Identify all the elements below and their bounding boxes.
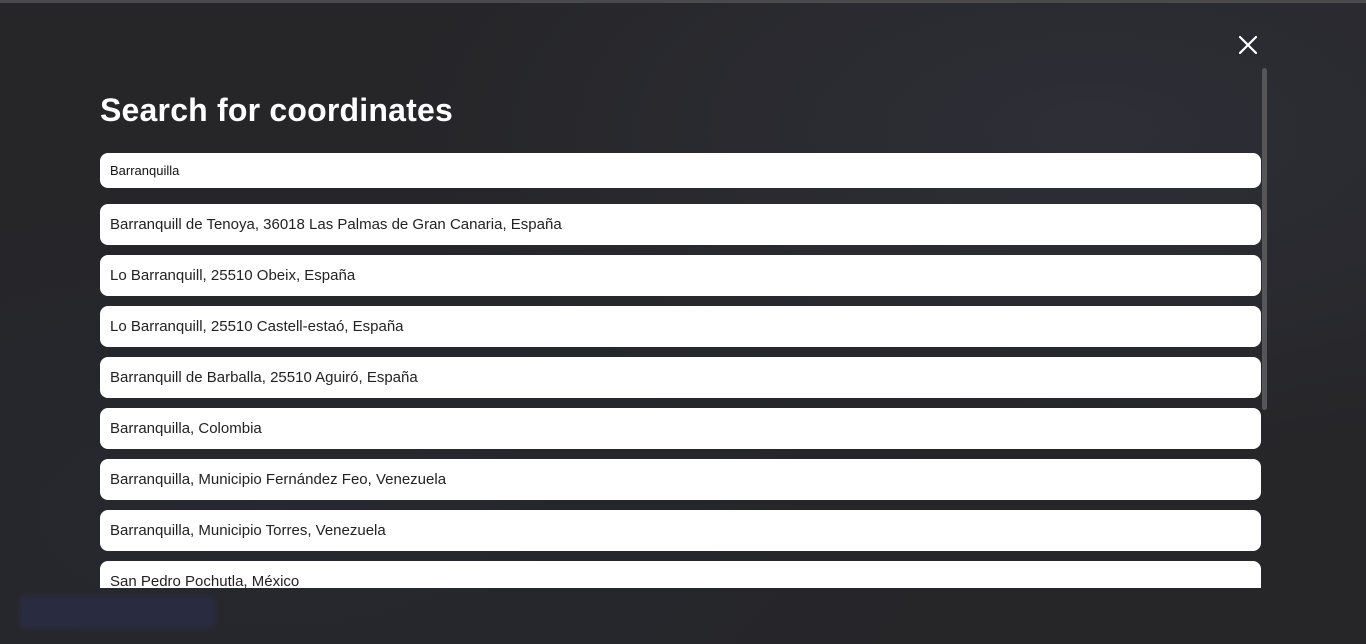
result-item[interactable]: Barranquill de Tenoya, 36018 Las Palmas … (100, 204, 1261, 245)
result-item[interactable]: Barranquill de Barballa, 25510 Aguiró, E… (100, 357, 1261, 398)
results-list: Barranquill de Tenoya, 36018 Las Palmas … (100, 204, 1261, 588)
search-input[interactable] (100, 153, 1261, 188)
result-item[interactable]: Lo Barranquill, 25510 Obeix, España (100, 255, 1261, 296)
close-button[interactable] (1234, 31, 1262, 59)
result-item[interactable]: Lo Barranquill, 25510 Castell-estaó, Esp… (100, 306, 1261, 347)
scrollbar[interactable] (1262, 68, 1267, 410)
result-item[interactable]: Barranquilla, Colombia (100, 408, 1261, 449)
page-title: Search for coordinates (100, 92, 453, 128)
close-icon (1238, 35, 1258, 55)
blurred-background-button (20, 596, 215, 628)
result-item[interactable]: San Pedro Pochutla, México (100, 561, 1261, 588)
result-item[interactable]: Barranquilla, Municipio Torres, Venezuel… (100, 510, 1261, 551)
result-item[interactable]: Barranquilla, Municipio Fernández Feo, V… (100, 459, 1261, 500)
